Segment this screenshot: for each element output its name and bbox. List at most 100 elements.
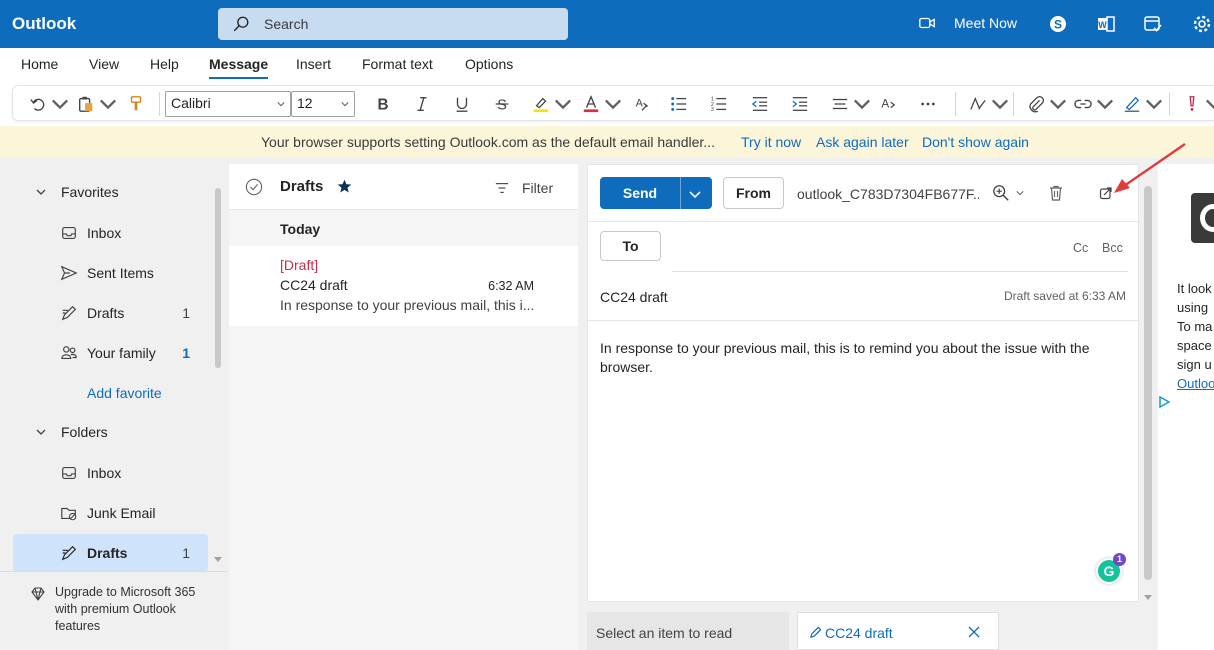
font-color-button[interactable] (582, 93, 622, 115)
bcc-button[interactable]: Bcc (1102, 241, 1123, 255)
search-input[interactable]: Search (264, 16, 308, 32)
favorites-header[interactable]: Favorites (13, 173, 208, 211)
favorite-star-icon[interactable] (337, 179, 352, 194)
favorite-drafts[interactable]: Drafts 1 (13, 294, 208, 332)
zoom-button[interactable] (992, 184, 1024, 202)
upgrade-panel[interactable]: Upgrade to Microsoft 365 with premium Ou… (0, 571, 227, 650)
ad-line: space (1177, 338, 1212, 353)
clear-formatting-button[interactable]: A (632, 93, 650, 115)
numbering-button[interactable]: 123 (710, 93, 728, 115)
message-body[interactable]: In response to your previous mail, this … (600, 339, 1130, 377)
filter-button[interactable]: Filter (495, 180, 553, 196)
meet-now-button[interactable]: Meet Now (918, 14, 1017, 32)
favorite-sent-items[interactable]: Sent Items (13, 254, 208, 292)
send-button[interactable]: Send (600, 177, 712, 209)
folder-inbox[interactable]: Inbox (13, 454, 208, 492)
decrease-indent-button[interactable] (751, 93, 769, 115)
tab-view[interactable]: View (89, 56, 119, 72)
folder-drafts[interactable]: Drafts 1 (13, 534, 208, 572)
message-preview: In response to your previous mail, this … (280, 297, 535, 313)
unread-count: 1 (182, 345, 190, 361)
scroll-down-arrow-icon[interactable] (1143, 594, 1153, 602)
italic-icon (417, 97, 427, 111)
skype-button[interactable]: S (1047, 13, 1069, 35)
format-painter-button[interactable] (127, 93, 145, 115)
tab-help[interactable]: Help (150, 56, 179, 72)
chevron-down-icon (99, 99, 117, 110)
list-item[interactable]: [Draft] CC24 draft 6:32 AM In response t… (229, 246, 578, 326)
banner-message: Your browser supports setting Outlook.co… (261, 134, 715, 150)
grammarly-button[interactable]: G 1 (1096, 553, 1126, 584)
tab-format-text[interactable]: Format text (362, 56, 433, 72)
draft-tab[interactable]: CC24 draft (797, 612, 999, 650)
scroll-down-arrow-icon[interactable] (213, 556, 223, 564)
paperclip-icon (1029, 95, 1045, 113)
message-subject: CC24 draft (280, 277, 348, 293)
folder-label: Sent Items (87, 265, 154, 281)
editor-button[interactable] (969, 93, 1009, 115)
attach-button[interactable] (1027, 93, 1067, 115)
paste-button[interactable] (77, 93, 117, 115)
link-button[interactable] (1074, 93, 1114, 115)
reading-tab[interactable]: Select an item to read (587, 612, 789, 650)
align-button[interactable] (831, 93, 871, 115)
tab-home[interactable]: Home (21, 56, 58, 72)
tab-options[interactable]: Options (465, 56, 513, 72)
search-box[interactable]: Search (218, 8, 568, 40)
increase-indent-button[interactable] (791, 93, 809, 115)
unread-count: 1 (182, 305, 190, 321)
folder-label: Inbox (87, 225, 122, 241)
to-button[interactable]: To (600, 231, 661, 261)
italic-button[interactable] (413, 93, 431, 115)
compose-scrollbar[interactable] (1144, 186, 1152, 580)
folder-junk-email[interactable]: Junk Email (13, 494, 208, 532)
chevron-down-icon (1145, 99, 1163, 110)
draft-saved-status: Draft saved at 6:33 AM (1003, 289, 1126, 303)
undo-button[interactable] (29, 93, 69, 115)
office-apps-button[interactable]: W (1095, 13, 1117, 35)
chevron-down-icon (853, 99, 871, 110)
from-button[interactable]: From (723, 177, 784, 209)
subject-input[interactable]: CC24 draft (600, 289, 668, 305)
folders-label: Folders (61, 424, 108, 440)
adchoices-icon[interactable] (1158, 396, 1170, 408)
tab-message[interactable]: Message (209, 56, 269, 79)
chevron-down-icon[interactable] (688, 187, 702, 201)
folder-scrollbar[interactable] (215, 188, 221, 368)
ask-again-later-link[interactable]: Ask again later (816, 134, 909, 150)
upgrade-text: Upgrade to Microsoft 365 with premium Ou… (55, 585, 196, 633)
favorite-inbox[interactable]: Inbox (13, 214, 208, 252)
favorite-your-family[interactable]: Your family 1 (13, 334, 208, 372)
chevron-down-icon (1205, 99, 1214, 110)
pop-out-icon[interactable] (1099, 186, 1113, 200)
select-all-checkbox[interactable] (245, 178, 263, 196)
highlight-button[interactable] (532, 93, 572, 115)
my-day-button[interactable] (1142, 13, 1164, 35)
bold-button[interactable]: B (374, 93, 392, 115)
importance-button[interactable] (1183, 93, 1214, 115)
underline-icon (456, 97, 468, 112)
font-name-select[interactable]: Calibri (165, 91, 291, 117)
add-favorite-link[interactable]: Add favorite (87, 385, 162, 401)
try-it-now-link[interactable]: Try it now (741, 134, 801, 150)
cc-button[interactable]: Cc (1073, 241, 1088, 255)
svg-text:S: S (497, 97, 507, 113)
styles-button[interactable]: A (879, 93, 897, 115)
close-icon[interactable] (968, 626, 980, 638)
toolbar-divider (1169, 92, 1170, 116)
underline-button[interactable] (453, 93, 471, 115)
font-size-select[interactable]: 12 (291, 91, 355, 117)
discard-trash-icon[interactable] (1048, 185, 1064, 201)
tab-insert[interactable]: Insert (296, 56, 331, 72)
to-input[interactable] (672, 271, 1128, 272)
bullets-button[interactable] (670, 93, 688, 115)
app-title[interactable]: Outlook (12, 14, 76, 34)
video-camera-icon (919, 17, 935, 29)
ad-link[interactable]: Outloo (1177, 374, 1214, 393)
signature-button[interactable] (1123, 93, 1163, 115)
more-options-button[interactable] (919, 93, 937, 115)
strikethrough-button[interactable]: S (493, 93, 511, 115)
dont-show-again-link[interactable]: Don't show again (922, 134, 1029, 150)
settings-button[interactable] (1191, 13, 1213, 35)
folders-header[interactable]: Folders (13, 413, 208, 451)
